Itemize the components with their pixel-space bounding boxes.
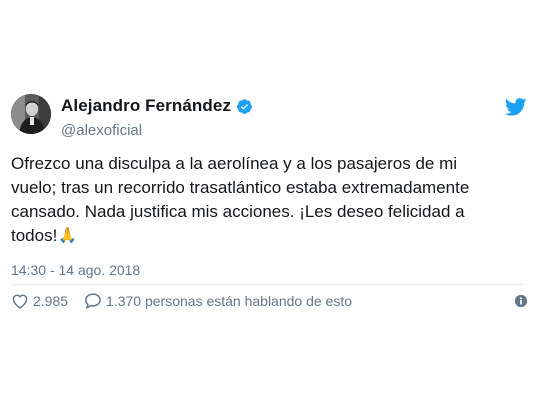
twitter-bird-icon[interactable] [505, 98, 527, 116]
tweet-text-line: cansado. Nada justifica mis acciones. ¡L… [11, 202, 465, 221]
likes-count: 2.985 [33, 292, 69, 309]
author-name-row[interactable]: Alejandro Fernández [61, 96, 253, 116]
heart-icon [12, 293, 28, 309]
author-handle[interactable]: @alexoficial [61, 122, 142, 139]
speech-bubble-icon [85, 293, 101, 309]
folded-hands-emoji: 🙏 [58, 227, 77, 244]
tweet-timestamp[interactable]: 14:30 - 14 ago. 2018 [11, 262, 140, 278]
profile-photo-icon [11, 94, 51, 134]
verified-badge-icon [236, 98, 253, 115]
author-display-name[interactable]: Alejandro Fernández [61, 96, 231, 116]
tweet-text: Ofrezco una disculpa a la aerolínea y a … [11, 152, 516, 248]
tweet-text-line: vuelo; tras un recorrido trasatlántico e… [11, 178, 470, 197]
tweet-text-line: Ofrezco una disculpa a la aerolínea y a … [11, 154, 458, 173]
tweet-text-line-last: todos!🙏 [11, 224, 516, 248]
info-icon[interactable] [514, 294, 528, 308]
replies-link[interactable]: 1.370 personas están hablando de esto [84, 292, 352, 309]
avatar[interactable] [11, 94, 51, 134]
tweet-actions: 2.985 1.370 personas están hablando de e… [11, 292, 352, 309]
divider [11, 284, 523, 285]
like-button[interactable]: 2.985 [11, 293, 68, 309]
tweet-card: Alejandro Fernández @alexoficial Ofrezco… [0, 0, 533, 400]
replies-text: 1.370 personas están hablando de esto [106, 292, 353, 309]
tweet-text-line: todos! [11, 226, 58, 245]
